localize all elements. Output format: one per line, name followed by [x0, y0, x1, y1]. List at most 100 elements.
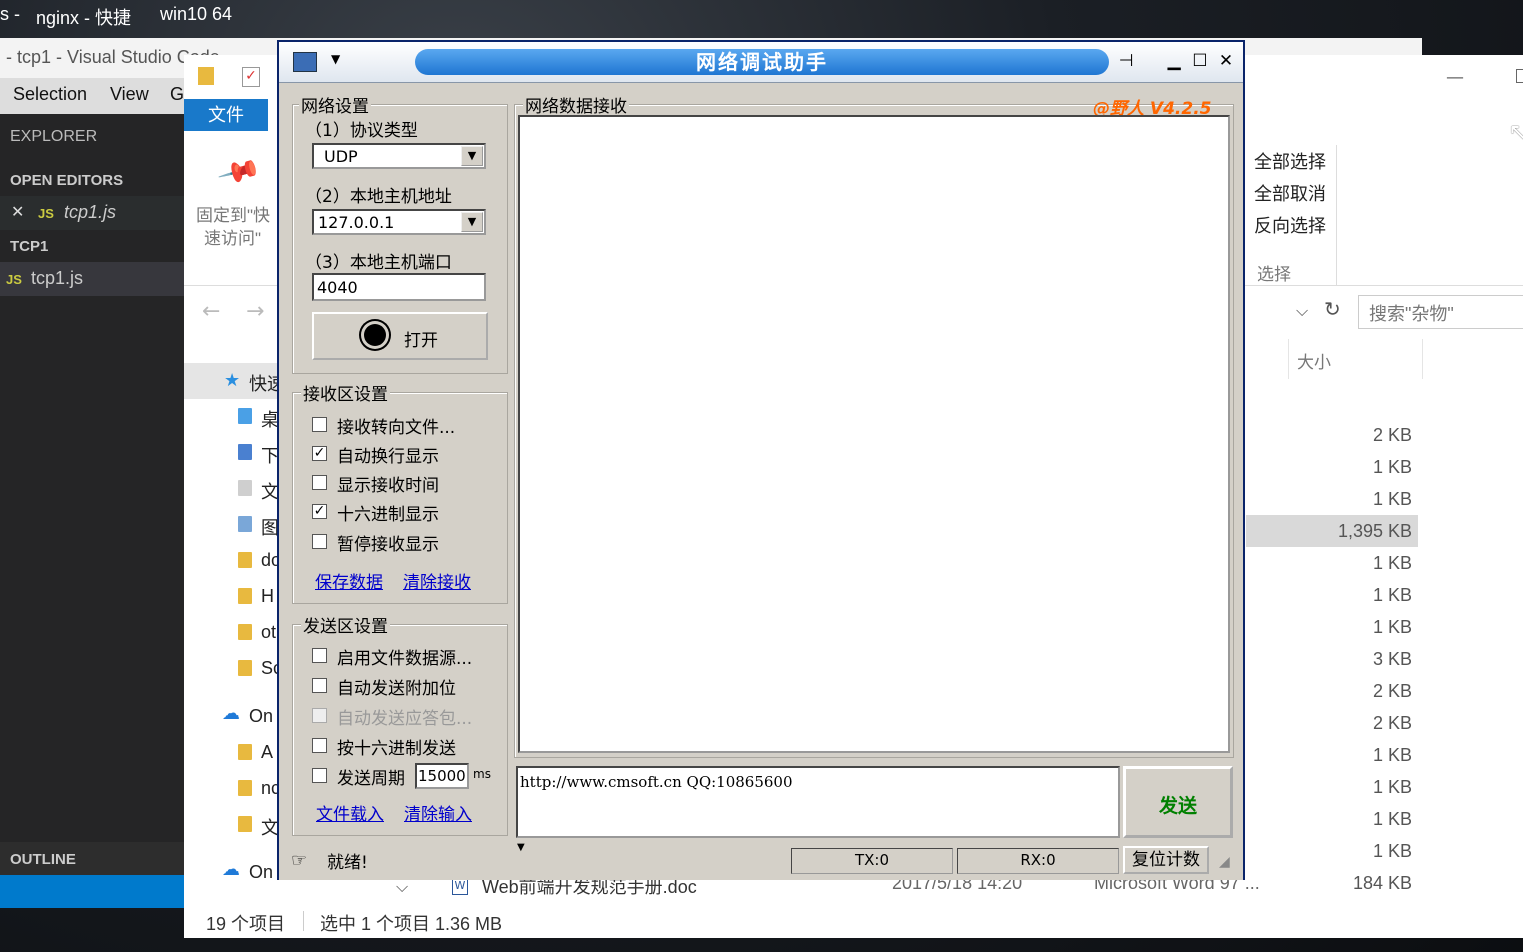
maximize-icon[interactable]: ☐	[1189, 50, 1211, 72]
file-source-label[interactable]: 启用文件数据源...	[337, 644, 472, 669]
hex-display-label[interactable]: 十六进制显示	[337, 500, 439, 525]
chevron-down-icon[interactable]: ▼	[331, 52, 340, 66]
local-port-input[interactable]: 4040	[312, 273, 486, 301]
pause-display-checkbox[interactable]	[312, 534, 327, 549]
show-recv-time-label[interactable]: 显示接收时间	[337, 471, 439, 496]
minimize-icon[interactable]: —	[1446, 67, 1464, 88]
status-divider	[303, 911, 304, 931]
send-button[interactable]: 发送	[1123, 766, 1233, 838]
chevron-down-icon[interactable]: ⌵	[396, 877, 408, 897]
protocol-select[interactable]: UDP ▼	[312, 143, 486, 169]
local-host-select[interactable]: 127.0.0.1 ▼	[312, 209, 486, 235]
send-period-checkbox[interactable]	[312, 768, 327, 783]
send-period-input[interactable]: 15000	[415, 763, 469, 789]
protocol-value: UDP	[324, 147, 358, 166]
maximize-icon[interactable]	[1516, 69, 1523, 83]
project-file-item[interactable]	[0, 262, 184, 296]
search-input[interactable]: 搜索"杂物"	[1358, 295, 1523, 329]
recv-to-file-label[interactable]: 接收转向文件...	[337, 413, 455, 438]
file-size: 1 KB	[1372, 745, 1412, 765]
minimize-icon[interactable]: ▁	[1163, 50, 1185, 72]
close-icon[interactable]: ✕	[1215, 50, 1237, 72]
local-port-value: 4040	[317, 278, 358, 297]
hex-display-checkbox[interactable]: ✓	[312, 504, 327, 519]
file-size: 1 KB	[1372, 553, 1412, 573]
ribbon-file-tab[interactable]: 文件	[184, 99, 268, 131]
forward-arrow-icon[interactable]: →	[246, 299, 264, 324]
hex-send-label[interactable]: 按十六进制发送	[337, 734, 456, 759]
nav-item-label[interactable]: ot	[261, 622, 276, 643]
append-bits-label[interactable]: 自动发送附加位	[337, 674, 456, 699]
desktop-icon-label-win10[interactable]: win10 64	[160, 4, 232, 25]
tx-counter: TX:0	[791, 848, 953, 874]
pin-quick-access-label-2[interactable]: 速访问"	[204, 224, 261, 249]
send-text: http://www.cmsoft.cn QQ:10865600	[520, 773, 793, 791]
menu-view[interactable]: View	[110, 84, 149, 105]
chevron-down-icon[interactable]: ▼	[461, 146, 483, 166]
invert-selection-button[interactable]: 反向选择	[1254, 212, 1326, 238]
receive-settings-label: 接收区设置	[301, 380, 390, 405]
clear-input-link[interactable]: 清除输入	[404, 800, 472, 825]
item-count: 19 个项目	[206, 914, 286, 934]
menu-selection[interactable]: Selection	[13, 84, 87, 105]
radio-dot-icon	[364, 324, 386, 346]
save-data-link[interactable]: 保存数据	[315, 568, 383, 593]
project-heading[interactable]: TCP1	[10, 238, 48, 255]
document-icon	[238, 480, 252, 496]
pin-quick-access-label-1[interactable]: 固定到"快	[196, 201, 270, 226]
resize-grip-icon[interactable]: ◢	[1219, 854, 1230, 870]
send-textarea[interactable]: http://www.cmsoft.cn QQ:10865600	[516, 766, 1120, 838]
select-none-button[interactable]: 全部取消	[1254, 180, 1326, 206]
auto-wrap-checkbox[interactable]: ✓	[312, 446, 327, 461]
folder-icon	[238, 780, 252, 796]
send-period-label[interactable]: 发送周期	[337, 764, 405, 789]
open-button-label: 打开	[404, 331, 438, 351]
file-source-checkbox[interactable]	[312, 648, 327, 663]
onedrive-cloud-icon: ☁	[222, 703, 240, 724]
nav-item-label[interactable]: A	[261, 742, 273, 763]
chevron-down-icon[interactable]: ⌵	[1296, 301, 1308, 321]
project-filename[interactable]: tcp1.js	[31, 268, 83, 289]
show-recv-time-checkbox[interactable]	[312, 475, 327, 490]
folder-icon	[198, 67, 214, 85]
menu-go[interactable]: G	[170, 84, 184, 105]
file-load-link[interactable]: 文件载入	[316, 800, 384, 825]
file-size: 2 KB	[1372, 425, 1412, 445]
clear-receive-link[interactable]: 清除接收	[403, 568, 471, 593]
nav-item-label[interactable]: On	[249, 862, 273, 883]
app-title: 网络调试助手	[415, 49, 1109, 75]
pin-icon[interactable]: ⊣	[1115, 50, 1137, 72]
chevron-down-icon[interactable]: ▼	[517, 842, 525, 853]
recv-to-file-checkbox[interactable]	[312, 417, 327, 432]
refresh-icon[interactable]: ↻	[1324, 297, 1341, 321]
explorer-heading: EXPLORER	[10, 128, 98, 145]
reset-counter-button[interactable]: 复位计数	[1123, 846, 1209, 874]
nav-item-label[interactable]: H	[261, 586, 274, 607]
app-menu-icon[interactable]	[293, 52, 317, 72]
auto-wrap-label[interactable]: 自动换行显示	[337, 442, 439, 467]
column-divider	[1422, 339, 1423, 379]
folder-icon	[238, 660, 252, 676]
file-size: 1 KB	[1372, 617, 1412, 637]
open-editors-heading[interactable]: OPEN EDITORS	[10, 172, 123, 189]
chevron-down-icon[interactable]: ▼	[461, 212, 483, 232]
hex-send-checkbox[interactable]	[312, 738, 327, 753]
network-debug-assistant-window: ▼ 网络调试助手 ⊣ ▁ ☐ ✕ 网络设置 （1）协议类型 UDP ▼ （2）本…	[277, 40, 1245, 880]
desktop-icon-label-nginx[interactable]: nginx - 快捷	[36, 4, 131, 30]
size-column-header[interactable]: 大小	[1297, 348, 1331, 373]
open-button[interactable]: 打开	[312, 312, 488, 360]
append-bits-checkbox[interactable]	[312, 678, 327, 693]
back-arrow-icon[interactable]: ←	[202, 299, 220, 324]
close-icon[interactable]: ✕	[11, 202, 24, 221]
pause-display-label[interactable]: 暂停接收显示	[337, 530, 439, 555]
nav-item-label[interactable]: On	[249, 706, 273, 727]
selection-info: 选中 1 个项目 1.36 MB	[320, 914, 503, 934]
folder-icon	[238, 744, 252, 760]
receive-textarea[interactable]	[518, 115, 1230, 753]
folder-icon	[238, 624, 252, 640]
outline-heading[interactable]: OUTLINE	[10, 851, 76, 868]
select-all-button[interactable]: 全部选择	[1254, 148, 1326, 174]
open-editor-filename[interactable]: tcp1.js	[64, 202, 116, 223]
properties-icon[interactable]: ✓	[242, 67, 260, 87]
folder-icon	[238, 588, 252, 604]
